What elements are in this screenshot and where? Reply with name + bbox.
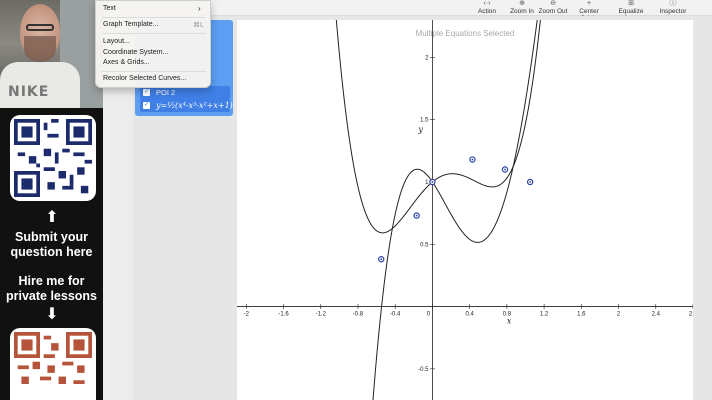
x-tick-label: 1.6: [577, 312, 586, 318]
menu-item-coordinate-system[interactable]: Coordinate System...: [103, 49, 168, 56]
promo-private-lessons: Hire me for private lessons: [5, 274, 97, 303]
zoom-in-button[interactable]: ⊕ Zoom In: [507, 0, 537, 15]
point-of-interest-center: [529, 181, 532, 183]
menu-separator: [102, 17, 206, 18]
x-tick-label: -2: [244, 312, 250, 318]
y-tick-label: -0.5: [418, 367, 429, 373]
x-tick-label: 2: [617, 312, 621, 318]
x-tick-label: 2.8: [689, 312, 693, 318]
info-icon: ⓘ: [669, 0, 677, 7]
point-of-interest-center: [504, 168, 506, 171]
x-tick-label: -0.4: [390, 312, 401, 318]
point-of-interest-center: [415, 214, 418, 217]
graph-plot[interactable]: -2-1.6-1.2-0.8-0.400.40.81.21.622.42.821…: [237, 20, 693, 400]
x-tick-label: 1.2: [540, 312, 549, 318]
qr-code-lessons: [10, 328, 96, 400]
curve-second: [372, 20, 538, 400]
point-of-interest-center: [431, 181, 434, 183]
shirt-logo: NIKE: [8, 84, 50, 100]
qr-code-icon: [14, 332, 92, 400]
zoom-out-button[interactable]: ⊖ Zoom Out: [537, 0, 569, 15]
y-tick-label: 0.5: [420, 242, 429, 248]
menu-item-axes-grids[interactable]: Axes & Grids...: [103, 59, 150, 66]
qr-code-submit-question: [10, 115, 96, 201]
menu-item-graph-template[interactable]: Graph Template... ⌘L: [103, 21, 204, 29]
x-tick-label: 0.4: [465, 312, 474, 318]
y-axis-label: y: [417, 125, 423, 134]
menu-separator: [102, 71, 206, 72]
point-of-interest-center: [471, 158, 474, 161]
webcam-feed: NIKE: [0, 0, 103, 108]
center-origin-icon: +: [586, 0, 592, 7]
y-tick-label: 2: [425, 55, 429, 61]
curve-polynomial: [335, 20, 541, 234]
zoom-out-icon: ⊖: [550, 0, 556, 7]
format-menu: Text Graph Template...⌘L Layout... Coord…: [95, 0, 211, 88]
x-tick-label: -1.6: [278, 312, 289, 318]
menu-item-layout[interactable]: Layout...: [103, 38, 130, 45]
inspector-button[interactable]: ⓘ Inspector: [655, 0, 691, 15]
checkbox-icon[interactable]: ✓: [143, 102, 150, 109]
action-button[interactable]: ‹·› Action: [473, 0, 501, 15]
menu-item-text[interactable]: Text: [103, 4, 199, 13]
qr-code-icon: [14, 119, 92, 197]
action-icon: ‹·›: [483, 0, 491, 7]
arrow-up-icon: ⬆: [45, 209, 59, 226]
equation-row-polynomial[interactable]: ✓ y=¹⁄₂(x⁴-x³-x²+x+1): [140, 99, 233, 112]
menu-separator: [102, 33, 206, 34]
checkbox-icon[interactable]: ✓: [143, 89, 150, 96]
point-of-interest-center: [380, 258, 383, 261]
screen: NIKE ⬆ Submit your question here Hire me…: [0, 0, 712, 400]
x-tick-label: 0: [427, 312, 431, 318]
x-tick-label: -0.8: [353, 312, 364, 318]
x-tick-label: 2.4: [652, 312, 661, 318]
arrow-down-icon: ⬇: [45, 306, 59, 323]
video-overlay-panel: NIKE ⬆ Submit your question here Hire me…: [0, 0, 103, 400]
menu-item-recolor-curves[interactable]: Recolor Selected Curves...: [103, 75, 186, 82]
y-tick-label: 1.5: [420, 118, 429, 124]
promo-submit-question: Submit your question here: [10, 230, 93, 259]
x-axis-label: x: [507, 317, 512, 326]
x-tick-label: -1.2: [316, 312, 327, 318]
equalize-axes-icon: ⊞: [628, 0, 634, 7]
zoom-in-icon: ⊕: [519, 0, 525, 7]
graph-canvas[interactable]: Multiple Equations Selected -2 -1.6 -1.2 -0…: [237, 20, 693, 400]
